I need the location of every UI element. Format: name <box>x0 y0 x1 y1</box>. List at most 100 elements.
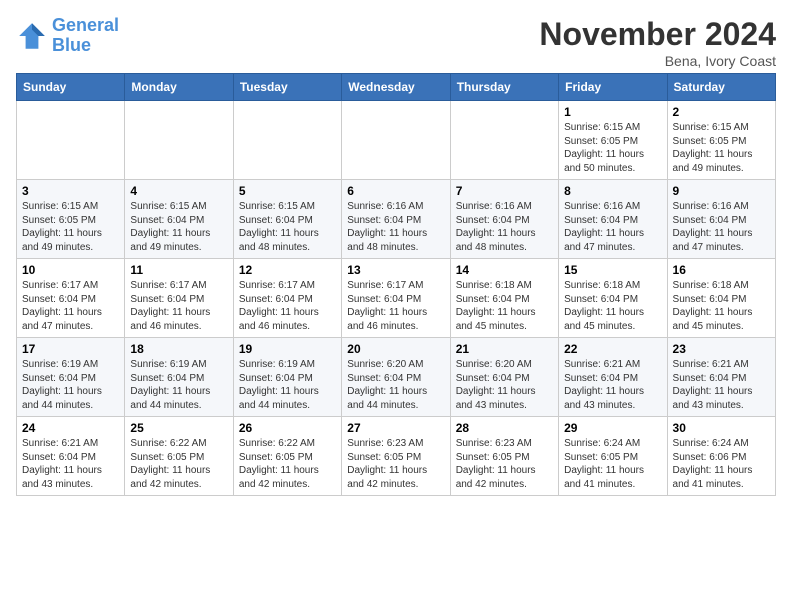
day-info: Sunrise: 6:18 AMSunset: 6:04 PMDaylight:… <box>456 279 553 333</box>
day-number: 1 <box>564 105 661 119</box>
weekday-header-wednesday: Wednesday <box>342 74 450 101</box>
calendar-cell <box>342 101 450 180</box>
day-number: 30 <box>673 421 770 435</box>
calendar-cell: 10 Sunrise: 6:17 AMSunset: 6:04 PMDayligh… <box>17 259 125 338</box>
day-info: Sunrise: 6:19 AMSunset: 6:04 PMDaylight:… <box>239 358 336 412</box>
weekday-header-thursday: Thursday <box>450 74 558 101</box>
day-number: 13 <box>347 263 444 277</box>
calendar-cell: 12 Sunrise: 6:17 AMSunset: 6:04 PMDayligh… <box>233 259 341 338</box>
day-info: Sunrise: 6:22 AMSunset: 6:05 PMDaylight:… <box>239 437 336 491</box>
day-info: Sunrise: 6:20 AMSunset: 6:04 PMDaylight:… <box>347 358 444 412</box>
calendar-cell: 5Sunrise: 6:15 AMSunset: 6:04 PMDaylight… <box>233 180 341 259</box>
calendar-week-2: 3Sunrise: 6:15 AMSunset: 6:05 PMDaylight… <box>17 180 776 259</box>
calendar-cell: 25 Sunrise: 6:22 AMSunset: 6:05 PMDayligh… <box>125 417 233 496</box>
day-number: 27 <box>347 421 444 435</box>
day-number: 23 <box>673 342 770 356</box>
day-number: 11 <box>130 263 227 277</box>
day-number: 16 <box>673 263 770 277</box>
weekday-header-monday: Monday <box>125 74 233 101</box>
logo: General Blue <box>16 16 119 56</box>
calendar-cell: 23 Sunrise: 6:21 AMSunset: 6:04 PMDayligh… <box>667 338 775 417</box>
day-number: 2 <box>673 105 770 119</box>
day-info: Sunrise: 6:24 AMSunset: 6:06 PMDaylight:… <box>673 437 770 491</box>
day-info: Sunrise: 6:21 AMSunset: 6:04 PMDaylight:… <box>564 358 661 412</box>
day-number: 4 <box>130 184 227 198</box>
header: General Blue November 2024 Bena, Ivory C… <box>16 16 776 69</box>
calendar-cell: 7 Sunrise: 6:16 AMSunset: 6:04 PMDaylight… <box>450 180 558 259</box>
weekday-header-sunday: Sunday <box>17 74 125 101</box>
calendar-cell <box>17 101 125 180</box>
day-info: Sunrise: 6:15 AMSunset: 6:05 PMDaylight:… <box>673 121 770 175</box>
calendar-cell: 9 Sunrise: 6:16 AMSunset: 6:04 PMDaylight… <box>667 180 775 259</box>
calendar-cell: 16 Sunrise: 6:18 AMSunset: 6:04 PMDayligh… <box>667 259 775 338</box>
calendar-cell: 6 Sunrise: 6:16 AMSunset: 6:04 PMDaylight… <box>342 180 450 259</box>
day-info: Sunrise: 6:16 AMSunset: 6:04 PMDaylight:… <box>347 200 444 254</box>
calendar-cell <box>450 101 558 180</box>
calendar-cell: 24Sunrise: 6:21 AMSunset: 6:04 PMDayligh… <box>17 417 125 496</box>
day-info: Sunrise: 6:21 AMSunset: 6:04 PMDaylight:… <box>22 437 119 491</box>
weekday-header-tuesday: Tuesday <box>233 74 341 101</box>
day-info: Sunrise: 6:18 AMSunset: 6:04 PMDaylight:… <box>564 279 661 333</box>
day-info: Sunrise: 6:17 AMSunset: 6:04 PMDaylight:… <box>347 279 444 333</box>
calendar-cell: 17 Sunrise: 6:19 AMSunset: 6:04 PMDayligh… <box>17 338 125 417</box>
day-info: Sunrise: 6:17 AMSunset: 6:04 PMDaylight:… <box>130 279 227 333</box>
day-number: 25 <box>130 421 227 435</box>
calendar-cell: 26Sunrise: 6:22 AMSunset: 6:05 PMDayligh… <box>233 417 341 496</box>
day-info: Sunrise: 6:18 AMSunset: 6:04 PMDaylight:… <box>673 279 770 333</box>
day-number: 20 <box>347 342 444 356</box>
calendar-week-1: 1 Sunrise: 6:15 AMSunset: 6:05 PMDaylight… <box>17 101 776 180</box>
calendar-header: SundayMondayTuesdayWednesdayThursdayFrid… <box>17 74 776 101</box>
day-number: 15 <box>564 263 661 277</box>
logo-blue: Blue <box>52 35 91 55</box>
calendar-cell: 28Sunrise: 6:23 AMSunset: 6:05 PMDayligh… <box>450 417 558 496</box>
day-info: Sunrise: 6:15 AMSunset: 6:04 PMDaylight:… <box>239 200 336 254</box>
calendar-week-3: 10 Sunrise: 6:17 AMSunset: 6:04 PMDayligh… <box>17 259 776 338</box>
calendar-cell: 30 Sunrise: 6:24 AMSunset: 6:06 PMDayligh… <box>667 417 775 496</box>
calendar-cell: 4 Sunrise: 6:15 AMSunset: 6:04 PMDaylight… <box>125 180 233 259</box>
calendar-cell <box>125 101 233 180</box>
day-info: Sunrise: 6:23 AMSunset: 6:05 PMDaylight:… <box>347 437 444 491</box>
calendar-cell: 3Sunrise: 6:15 AMSunset: 6:05 PMDaylight… <box>17 180 125 259</box>
day-info: Sunrise: 6:24 AMSunset: 6:05 PMDaylight:… <box>564 437 661 491</box>
calendar-cell: 18Sunrise: 6:19 AMSunset: 6:04 PMDayligh… <box>125 338 233 417</box>
calendar-cell <box>233 101 341 180</box>
weekday-header-saturday: Saturday <box>667 74 775 101</box>
day-info: Sunrise: 6:15 AMSunset: 6:05 PMDaylight:… <box>564 121 661 175</box>
day-info: Sunrise: 6:17 AMSunset: 6:04 PMDaylight:… <box>22 279 119 333</box>
day-number: 7 <box>456 184 553 198</box>
weekday-header-friday: Friday <box>559 74 667 101</box>
calendar-cell: 1 Sunrise: 6:15 AMSunset: 6:05 PMDaylight… <box>559 101 667 180</box>
calendar-cell: 20 Sunrise: 6:20 AMSunset: 6:04 PMDayligh… <box>342 338 450 417</box>
day-number: 10 <box>22 263 119 277</box>
day-info: Sunrise: 6:23 AMSunset: 6:05 PMDaylight:… <box>456 437 553 491</box>
calendar-cell: 21Sunrise: 6:20 AMSunset: 6:04 PMDayligh… <box>450 338 558 417</box>
day-number: 6 <box>347 184 444 198</box>
day-number: 18 <box>130 342 227 356</box>
day-number: 12 <box>239 263 336 277</box>
logo-general: General <box>52 15 119 35</box>
calendar-cell: 27 Sunrise: 6:23 AMSunset: 6:05 PMDayligh… <box>342 417 450 496</box>
day-info: Sunrise: 6:17 AMSunset: 6:04 PMDaylight:… <box>239 279 336 333</box>
title-area: November 2024 Bena, Ivory Coast <box>539 16 776 69</box>
calendar-cell: 19Sunrise: 6:19 AMSunset: 6:04 PMDayligh… <box>233 338 341 417</box>
calendar-week-5: 24Sunrise: 6:21 AMSunset: 6:04 PMDayligh… <box>17 417 776 496</box>
month-title: November 2024 <box>539 16 776 53</box>
day-number: 9 <box>673 184 770 198</box>
day-info: Sunrise: 6:16 AMSunset: 6:04 PMDaylight:… <box>673 200 770 254</box>
day-info: Sunrise: 6:15 AMSunset: 6:04 PMDaylight:… <box>130 200 227 254</box>
day-number: 29 <box>564 421 661 435</box>
day-info: Sunrise: 6:16 AMSunset: 6:04 PMDaylight:… <box>564 200 661 254</box>
day-info: Sunrise: 6:20 AMSunset: 6:04 PMDaylight:… <box>456 358 553 412</box>
location: Bena, Ivory Coast <box>539 53 776 69</box>
weekday-row: SundayMondayTuesdayWednesdayThursdayFrid… <box>17 74 776 101</box>
day-number: 17 <box>22 342 119 356</box>
day-info: Sunrise: 6:21 AMSunset: 6:04 PMDaylight:… <box>673 358 770 412</box>
calendar-cell: 22 Sunrise: 6:21 AMSunset: 6:04 PMDayligh… <box>559 338 667 417</box>
day-number: 22 <box>564 342 661 356</box>
calendar-table: SundayMondayTuesdayWednesdayThursdayFrid… <box>16 73 776 496</box>
calendar-cell: 8Sunrise: 6:16 AMSunset: 6:04 PMDaylight… <box>559 180 667 259</box>
logo-icon <box>16 20 48 52</box>
day-info: Sunrise: 6:16 AMSunset: 6:04 PMDaylight:… <box>456 200 553 254</box>
day-info: Sunrise: 6:19 AMSunset: 6:04 PMDaylight:… <box>22 358 119 412</box>
day-info: Sunrise: 6:22 AMSunset: 6:05 PMDaylight:… <box>130 437 227 491</box>
